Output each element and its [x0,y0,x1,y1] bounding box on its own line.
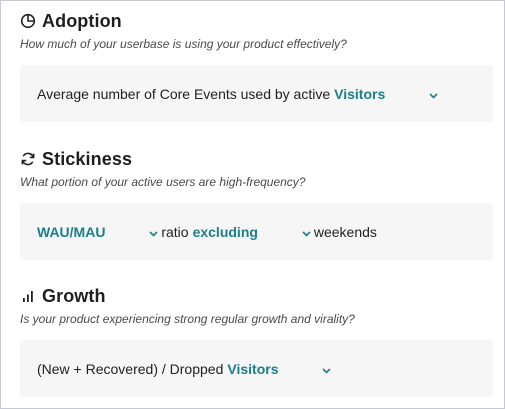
stickiness-description: What portion of your active users are hi… [20,175,306,189]
refresh-icon [20,151,36,167]
chevron-down-icon [110,208,158,256]
adoption-header: Adoption [20,9,493,33]
adoption-sentence-text: Average number of Core Events used by ac… [37,85,331,102]
adoption-description: How much of your userbase is using your … [20,37,347,51]
growth-title: Growth [42,285,106,306]
bar-chart-icon [20,288,36,304]
adoption-section: Adoption How much of your userbase is us… [20,9,493,122]
growth-visitors-dropdown[interactable]: Visitors [227,345,334,393]
stickiness-ratio-dropdown[interactable]: WAU/MAU [37,208,161,256]
stickiness-section: Stickiness What portion of your active u… [20,147,493,260]
growth-dropdown-label: Visitors [227,360,279,377]
stickiness-title: Stickiness [42,148,133,169]
growth-section: Growth Is your product experiencing stro… [20,284,493,397]
stickiness-suffix-text: weekends [313,223,377,240]
stickiness-card: WAU/MAU ratio excluding weekends [20,203,493,260]
stickiness-ratio-label: WAU/MAU [37,223,106,240]
adoption-card: Average number of Core Events used by ac… [20,65,493,122]
growth-description: Is your product experiencing strong regu… [20,312,355,326]
chevron-down-icon [263,208,311,256]
growth-card: (New + Recovered) / Dropped Visitors [20,340,493,397]
adoption-dropdown-label: Visitors [334,85,386,102]
pie-chart-icon [20,13,36,29]
stickiness-middle-text: ratio [161,223,189,240]
stickiness-header: Stickiness [20,147,493,171]
growth-header: Growth [20,284,493,308]
chevron-down-icon [283,345,331,393]
stickiness-exclusion-dropdown[interactable]: excluding [193,208,314,256]
growth-sentence-text: (New + Recovered) / Dropped [37,360,224,377]
stickiness-exclusion-label: excluding [192,223,258,240]
metrics-panel: Adoption How much of your userbase is us… [0,0,505,409]
adoption-title: Adoption [42,10,122,31]
adoption-visitors-dropdown[interactable]: Visitors [334,70,441,118]
chevron-down-icon [390,70,438,118]
